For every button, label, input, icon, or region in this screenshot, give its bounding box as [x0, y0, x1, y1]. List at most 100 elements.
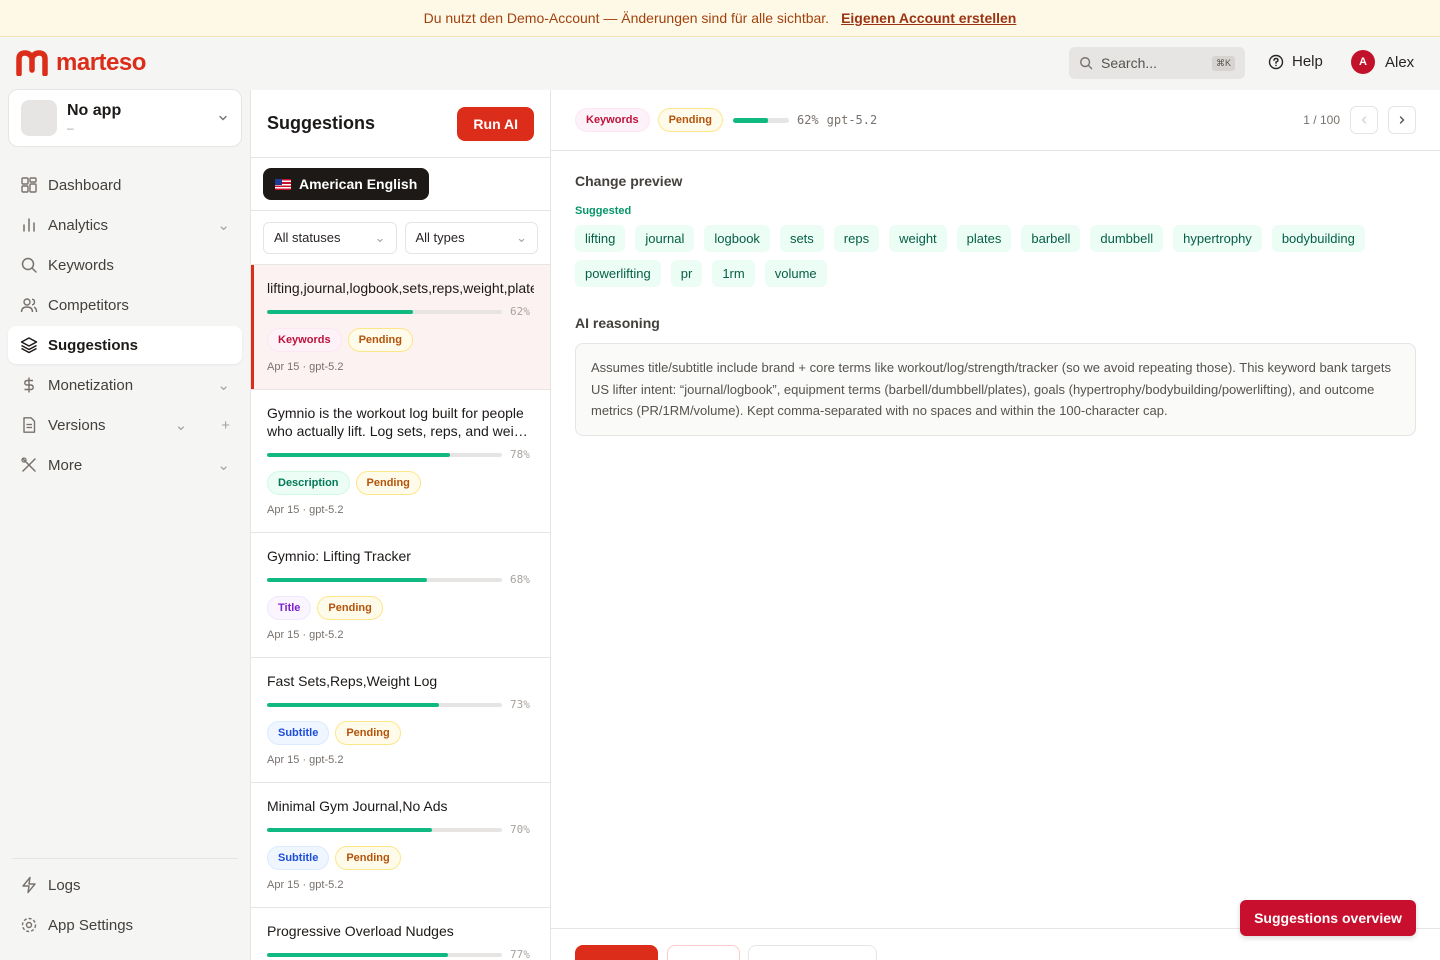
status-filter-value: All statuses — [274, 230, 341, 245]
suggestions-list-panel: Suggestions Run AI American English All … — [250, 90, 551, 960]
user-menu[interactable]: A Alex — [1351, 50, 1414, 74]
ai-reasoning-label: AI reasoning — [575, 315, 660, 331]
status-badge: Pending — [335, 846, 401, 870]
chevron-down-icon: ⌄ — [374, 229, 386, 245]
type-badge: Title — [267, 596, 312, 620]
keyword-chip: dumbbell — [1090, 225, 1164, 252]
avatar: A — [1351, 50, 1375, 74]
push-button[interactable] — [748, 945, 877, 960]
reject-button[interactable] — [667, 945, 740, 960]
progress-bar — [267, 577, 502, 582]
progress-percent: 78% — [510, 448, 530, 461]
suggested-label: Suggested — [575, 205, 632, 217]
suggestion-meta: Apr 15 · gpt-5.2 — [267, 504, 344, 516]
progress-bar — [732, 117, 789, 123]
progress-percent: 73% — [510, 698, 530, 711]
sidebar-item-label: Logs — [48, 876, 81, 894]
logo[interactable]: marteso — [16, 49, 146, 77]
progress-fill — [267, 952, 448, 957]
sidebar-item-analytics[interactable]: Analytics ⌄ — [8, 206, 242, 244]
pager-count: 1 / 100 — [1303, 113, 1340, 127]
chevron-left-icon — [1361, 116, 1367, 124]
sidebar-item-competitors[interactable]: Competitors — [8, 286, 242, 324]
keyword-chips: lifting journal logbook sets reps weight plate… — [575, 225, 1375, 287]
type-badge: Keywords — [575, 108, 650, 132]
suggestions-overview-button[interactable]: Suggestions overview — [1240, 900, 1416, 936]
dashboard-icon — [21, 177, 37, 193]
progress-fill — [732, 117, 768, 123]
progress-bar — [267, 827, 502, 832]
suggestion-item[interactable]: Gymnio is the workout log built for peop… — [251, 390, 550, 533]
status-badge: Pending — [355, 471, 421, 495]
sidebar-item-suggestions[interactable]: Suggestions — [8, 326, 242, 364]
next-button[interactable] — [1388, 106, 1416, 134]
type-badge: Description — [267, 471, 350, 495]
suggestion-item[interactable]: Progressive Overload Nudges 77% — [251, 908, 550, 960]
type-filter-select[interactable]: All types ⌄ — [404, 221, 538, 254]
prev-button[interactable] — [1350, 106, 1378, 134]
sidebar-item-keywords[interactable]: Keywords — [8, 246, 242, 284]
keyword-chip: logbook — [704, 225, 770, 252]
change-preview-label: Change preview — [575, 173, 683, 189]
progress-bar — [267, 452, 502, 457]
keyword-chip: 1rm — [712, 260, 755, 287]
sidebar-item-label: Suggestions — [48, 336, 139, 354]
sidebar-item-versions[interactable]: Versions ⌄ + — [8, 406, 242, 444]
locale-selector[interactable]: American English — [263, 168, 430, 200]
search-input[interactable]: Search... ⌘K — [1069, 47, 1245, 79]
search-icon — [1080, 57, 1093, 70]
search-placeholder: Search... — [1101, 55, 1158, 71]
progress-fill — [267, 309, 413, 314]
suggestion-text: lifting,journal,logbook,sets,reps,weight… — [267, 280, 534, 296]
suggestion-progress: 78% — [267, 448, 534, 461]
approve-button[interactable] — [575, 945, 658, 960]
sidebar-item-more[interactable]: More ⌄ — [8, 446, 242, 484]
list-title: Suggestions — [267, 113, 376, 133]
sidebar-item-label: App Settings — [48, 916, 134, 934]
suggestion-item[interactable]: Gymnio: Lifting Tracker 68% Title Pendin… — [251, 533, 550, 658]
status-filter-select[interactable]: All statuses ⌄ — [263, 221, 397, 254]
progress-percent: 62% — [510, 305, 530, 318]
suggestion-progress: 77% — [267, 948, 534, 960]
sidebar-item-dashboard[interactable]: Dashboard — [8, 166, 242, 204]
app-name: No app — [67, 101, 122, 119]
app-thumbnail — [21, 100, 57, 136]
help-button[interactable]: Help — [1268, 53, 1323, 70]
progress-percent: 70% — [510, 823, 530, 836]
bolt-icon — [22, 876, 36, 894]
progress-percent: 62% — [796, 113, 819, 127]
help-label: Help — [1292, 53, 1323, 70]
app-sub: – — [67, 120, 74, 135]
progress-fill — [267, 827, 432, 832]
sidebar-item-label: More — [48, 456, 83, 474]
keyword-chip: hypertrophy — [1173, 225, 1262, 252]
keyword-chip: barbell — [1021, 225, 1081, 252]
run-ai-button[interactable]: Run AI — [457, 106, 534, 141]
status-badge: Pending — [657, 108, 723, 132]
detail-body: Change preview Suggested lifting journal l… — [551, 151, 1440, 436]
suggestion-badges: Title Pending — [267, 596, 534, 620]
tools-icon — [21, 457, 36, 472]
sidebar-item-logs[interactable]: Logs — [8, 866, 242, 904]
sidebar-item-app-settings[interactable]: App Settings — [8, 906, 242, 944]
chevron-down-icon: ⌄ — [516, 229, 527, 245]
sidebar-item-label: Keywords — [48, 256, 114, 274]
create-account-link[interactable]: Eigenen Account erstellen — [841, 10, 1016, 26]
progress-percent: 77% — [510, 948, 530, 960]
suggestion-progress: 70% — [267, 823, 534, 836]
chevron-right-icon — [1399, 116, 1405, 124]
sidebar-divider — [12, 858, 238, 859]
keyword-chip: volume — [764, 260, 827, 287]
suggestion-item[interactable]: Fast Sets,Reps,Weight Log 73% Subtitle P… — [251, 658, 550, 783]
logo-text: marteso — [56, 49, 146, 76]
suggestion-meta: Apr 15 · gpt-5.2 — [267, 754, 344, 766]
suggestion-item[interactable]: Minimal Gym Journal,No Ads 70% Subtitle … — [251, 783, 550, 908]
locale-row: American English — [251, 158, 550, 211]
model-name: gpt-5.2 — [826, 113, 878, 127]
type-badge: Subtitle — [267, 846, 330, 870]
add-version-icon[interactable]: + — [221, 417, 230, 434]
app-selector[interactable]: No app – — [8, 89, 242, 147]
chevron-down-icon — [219, 115, 227, 121]
suggestion-item[interactable]: lifting,journal,logbook,sets,reps,weight… — [251, 265, 550, 390]
sidebar-item-monetization[interactable]: Monetization ⌄ — [8, 366, 242, 404]
